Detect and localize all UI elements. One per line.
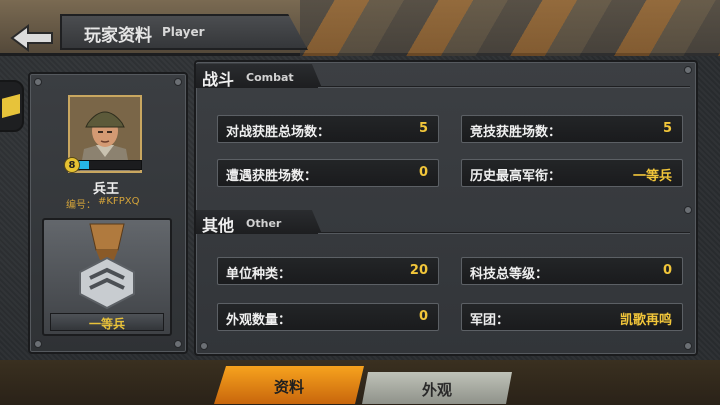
stat-value: 5	[662, 121, 672, 136]
stat-arena-wins: 竞技获胜场数： 5	[461, 115, 683, 143]
combat-section-title: 战斗	[202, 70, 235, 89]
player-name: 兵王	[92, 182, 119, 197]
stat-label: 对战获胜总场数：	[226, 125, 331, 140]
stat-value: 20	[409, 263, 428, 278]
tab-profile-label[interactable]: 资料	[214, 376, 364, 397]
combat-section-title-en: Combat	[246, 71, 294, 84]
stat-label: 军团：	[470, 313, 510, 328]
back-button[interactable]	[10, 24, 54, 52]
bolt-icon	[174, 78, 182, 86]
stat-label: 科技总等级：	[470, 267, 549, 282]
stat-label: 单位种类：	[226, 267, 292, 282]
player-id-label: 编号：	[66, 200, 96, 211]
stat-label: 历史最高军衔：	[470, 169, 562, 184]
section-divider	[318, 232, 690, 234]
side-tab-handle[interactable]	[0, 80, 24, 132]
rank-label: 一等兵	[88, 317, 125, 331]
bolt-icon	[684, 66, 692, 74]
stat-tech-level: 科技总等级： 0	[461, 257, 683, 285]
bolt-icon	[174, 340, 182, 348]
stat-label: 遭遇获胜场数：	[226, 169, 318, 184]
bolt-icon	[684, 206, 692, 214]
bolt-icon	[34, 78, 42, 86]
stat-label: 竞技获胜场数：	[470, 125, 562, 140]
stat-value: 凯歌再鸣	[619, 313, 672, 328]
stat-highest-rank: 历史最高军衔： 一等兵	[461, 159, 683, 187]
stat-skin-count: 外观数量： 0	[217, 303, 439, 331]
stat-unit-types: 单位种类： 20	[217, 257, 439, 285]
other-section-title-en: Other	[246, 217, 282, 230]
other-section-title: 其他	[202, 216, 235, 235]
section-divider	[318, 86, 690, 88]
back-arrow-icon	[10, 24, 53, 52]
player-id: #KFPXQ	[98, 196, 140, 207]
page-title: 玩家资料	[84, 26, 152, 46]
stat-value: 一等兵	[632, 169, 672, 184]
bolt-icon	[34, 340, 42, 348]
tab-appearance-label[interactable]: 外观	[362, 379, 512, 400]
stat-value: 0	[418, 165, 428, 180]
stat-value: 5	[418, 121, 428, 136]
stat-total-wins: 对战获胜总场数： 5	[217, 115, 439, 143]
bolt-icon	[200, 342, 208, 350]
hazard-stripe	[300, 0, 720, 56]
level-badge: 8	[64, 157, 80, 173]
bolt-icon	[684, 342, 692, 350]
stat-label: 外观数量：	[226, 313, 292, 328]
stat-encounter-wins: 遭遇获胜场数： 0	[217, 159, 439, 187]
stat-value: 0	[418, 309, 428, 324]
rank-medal-icon	[79, 223, 135, 310]
stat-value: 0	[662, 263, 672, 278]
badge-icon	[2, 94, 20, 118]
stat-legion: 军团： 凯歌再鸣	[461, 303, 683, 331]
page-title-en: Player	[162, 25, 205, 39]
